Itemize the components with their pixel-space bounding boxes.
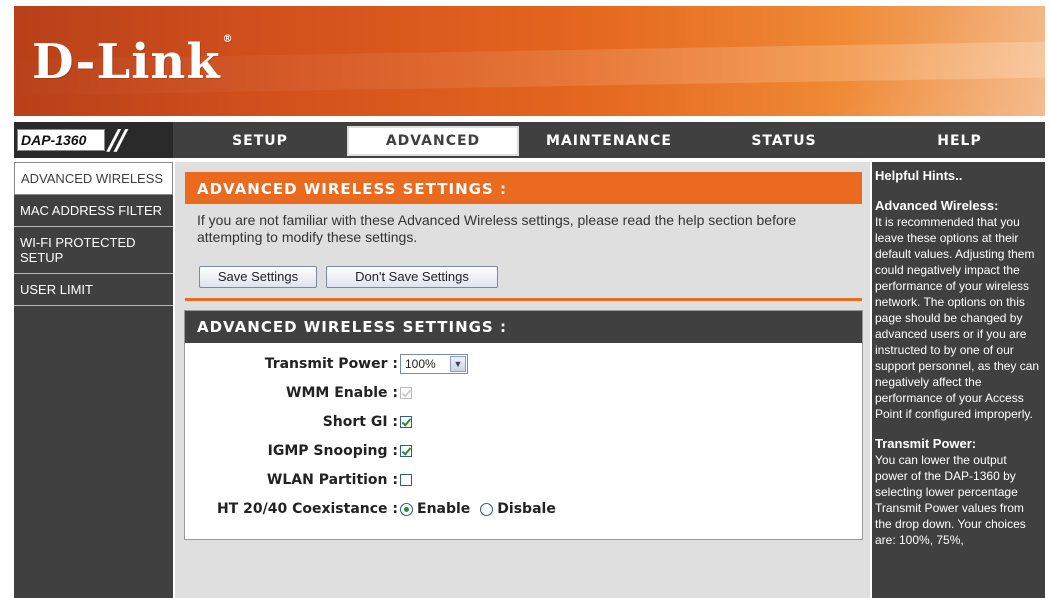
tab-status[interactable]: STATUS xyxy=(699,126,869,156)
igmp-snooping-row: IGMP Snooping : xyxy=(185,439,862,463)
ht-coexistance-label: HT 20/40 Coexistance : xyxy=(216,501,398,517)
tab-advanced[interactable]: ADVANCED xyxy=(347,126,519,156)
wlan-partition-row: WLAN Partition : xyxy=(185,468,862,492)
short-gi-row: Short GI : xyxy=(185,410,862,434)
help-transmit-power-title: Transmit Power: xyxy=(875,436,977,451)
slash-decoration: // xyxy=(109,123,127,156)
sidebar-item-user-limit[interactable]: USER LIMIT xyxy=(14,274,173,306)
help-title: Helpful Hints.. xyxy=(875,168,963,183)
intro-title: ADVANCED WIRELESS SETTINGS : xyxy=(185,172,862,204)
save-settings-button[interactable]: Save Settings xyxy=(199,266,317,288)
help-advanced-wireless-text: It is recommended that you leave these o… xyxy=(875,215,1040,421)
wmm-enable-row: WMM Enable : xyxy=(185,381,862,405)
sidebar: ADVANCED WIRELESS MAC ADDRESS FILTER WI-… xyxy=(14,162,173,598)
help-advanced-wireless-title: Advanced Wireless: xyxy=(875,198,999,213)
transmit-power-row: Transmit Power : 100% ▼ xyxy=(185,352,862,376)
sidebar-item-advanced-wireless[interactable]: ADVANCED WIRELESS xyxy=(14,162,173,195)
transmit-power-select[interactable]: 100% ▼ xyxy=(400,354,468,374)
model-label: DAP-1360 xyxy=(17,129,105,151)
ht-coexistance-row: HT 20/40 Coexistance : Enable Disbale xyxy=(185,497,862,521)
model-badge: DAP-1360 // xyxy=(14,122,173,158)
short-gi-label: Short GI : xyxy=(322,414,398,430)
main-content: ADVANCED WIRELESS SETTINGS : If you are … xyxy=(175,162,870,598)
intro-panel: ADVANCED WIRELESS SETTINGS : If you are … xyxy=(184,171,863,303)
ht-enable-radio[interactable] xyxy=(400,502,413,516)
help-transmit-power-text: You can lower the output power of the DA… xyxy=(875,453,1026,547)
dlink-logo: D-Link ® xyxy=(32,34,234,90)
igmp-snooping-checkbox[interactable] xyxy=(400,445,412,457)
banner-highlight xyxy=(714,6,1045,116)
top-navbar: DAP-1360 // SETUP ADVANCED MAINTENANCE S… xyxy=(14,122,1045,158)
dont-save-settings-button[interactable]: Don't Save Settings xyxy=(326,266,498,288)
settings-panel: ADVANCED WIRELESS SETTINGS : Transmit Po… xyxy=(184,310,863,540)
wlan-partition-checkbox[interactable] xyxy=(400,474,412,486)
ht-enable-label: Enable xyxy=(417,501,471,517)
help-panel: Helpful Hints.. Advanced Wireless: It is… xyxy=(872,162,1045,598)
igmp-snooping-label: IGMP Snooping : xyxy=(267,443,398,459)
transmit-power-label: Transmit Power : xyxy=(264,356,398,372)
tab-maintenance[interactable]: MAINTENANCE xyxy=(521,126,697,156)
intro-description: If you are not familiar with these Advan… xyxy=(197,212,797,245)
ht-disable-radio[interactable] xyxy=(480,502,494,516)
header-banner: D-Link ® xyxy=(14,6,1045,116)
wmm-enable-checkbox xyxy=(400,387,412,399)
chevron-down-icon[interactable]: ▼ xyxy=(450,356,466,372)
tab-setup[interactable]: SETUP xyxy=(175,126,345,156)
wmm-enable-label: WMM Enable : xyxy=(286,385,398,401)
wlan-partition-label: WLAN Partition : xyxy=(266,472,398,488)
transmit-power-value: 100% xyxy=(405,357,436,371)
sidebar-item-wifi-protected-setup[interactable]: WI-FI PROTECTED SETUP xyxy=(14,227,173,274)
settings-title: ADVANCED WIRELESS SETTINGS : xyxy=(185,311,862,343)
intro-body: If you are not familiar with these Advan… xyxy=(185,204,862,301)
sidebar-item-mac-address-filter[interactable]: MAC ADDRESS FILTER xyxy=(14,195,173,227)
short-gi-checkbox[interactable] xyxy=(400,416,412,428)
ht-disable-label: Disbale xyxy=(497,501,556,517)
tab-help[interactable]: HELP xyxy=(874,126,1045,156)
